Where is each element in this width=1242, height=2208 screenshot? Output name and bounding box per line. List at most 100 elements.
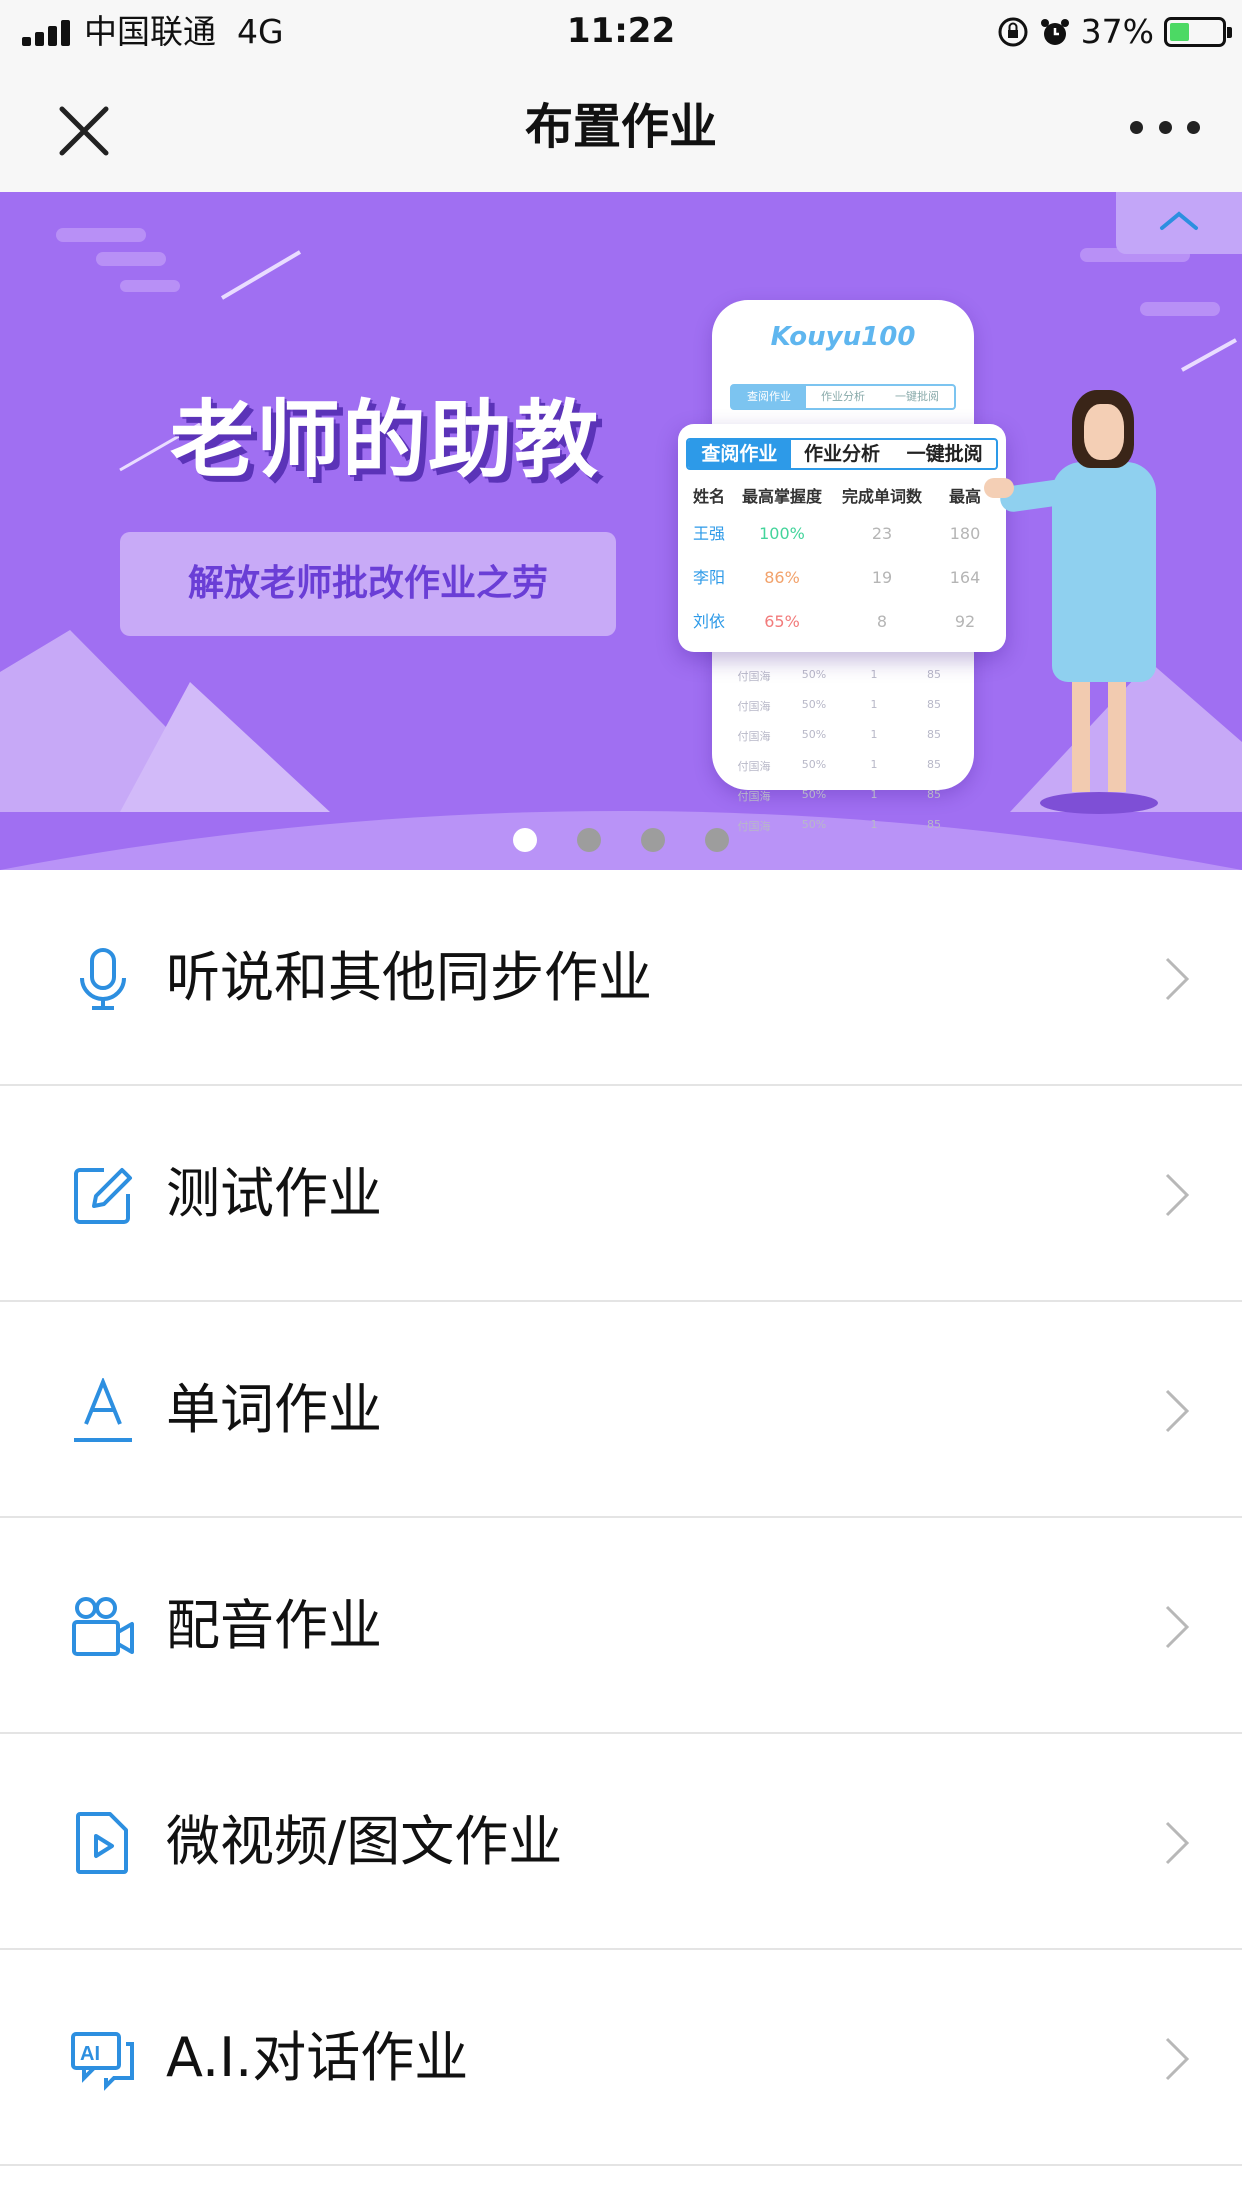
ghost-cell: 85	[927, 788, 941, 801]
page-title: 布置作业	[524, 99, 717, 155]
ghost-cell: 1	[870, 758, 878, 771]
chevron-right-icon	[1165, 1605, 1190, 1649]
ghost-row: 付国海 50% 1 85	[724, 788, 964, 818]
microphone-icon	[80, 948, 126, 1010]
collapse-banner-icon[interactable]	[1116, 192, 1242, 254]
ghost-cell: 1	[870, 788, 878, 801]
card-header-row: 姓名 最高掌握度 完成单词数 最高	[686, 482, 998, 512]
promo-banner[interactable]: 老师的助教 解放老师批改作业之劳 Kouyu100 查阅作业 作业分析 一键批阅…	[0, 192, 1242, 870]
card-row: 李阳 86% 19 164	[686, 556, 998, 600]
ghost-table: 付国海 50% 1 85 付国海 50% 1 85 付国海 50% 1 85 付国海 50% 1 85 付国海 5…	[724, 668, 964, 848]
ghost-cell: 50%	[801, 698, 827, 711]
card-header: 最高掌握度	[741, 487, 822, 506]
ghost-row: 付国海 50% 1 85	[724, 728, 964, 758]
ghost-cell: 付国海	[737, 790, 771, 803]
ghost-cell: 1	[870, 698, 878, 711]
ghost-cell: 50%	[801, 728, 827, 741]
ghost-cell: 85	[927, 698, 941, 711]
letter-a-icon	[74, 1378, 132, 1442]
ghost-cell: 85	[927, 668, 941, 681]
battery-icon	[1164, 17, 1232, 47]
ghost-cell: 付国海	[737, 700, 771, 713]
status-bar: 中国联通 4G 11:22 37%	[0, 0, 1242, 62]
words-count: 19	[871, 568, 893, 587]
card-row: 王强 100% 23 180	[686, 512, 998, 556]
student-name: 刘依	[692, 612, 725, 631]
student-name: 李阳	[692, 568, 725, 587]
menu-label: 微视频/图文作业	[166, 1810, 563, 1873]
mini-tab: 作业分析	[821, 390, 865, 403]
menu-label: A.I.对话作业	[166, 2026, 469, 2089]
homework-card: 查阅作业 作业分析 一键批阅 姓名 最高掌握度 完成单词数 最高 王强 100%…	[678, 424, 1006, 652]
video-camera-icon	[72, 1597, 134, 1656]
card-header: 完成单词数	[841, 487, 922, 506]
battery-percent: 37%	[1080, 12, 1154, 51]
video-file-icon	[76, 1812, 128, 1874]
ghost-cell: 85	[927, 728, 941, 741]
ghost-cell: 1	[870, 728, 878, 741]
ghost-row: 付国海 50% 1 85	[724, 698, 964, 728]
card-header: 姓名	[692, 487, 725, 506]
edit-icon	[74, 1168, 132, 1224]
carousel-dot[interactable]	[577, 828, 601, 852]
chevron-right-icon	[1165, 1389, 1190, 1433]
card-tab: 作业分析	[804, 443, 881, 465]
menu-label: 单词作业	[166, 1378, 382, 1441]
card-tab: 查阅作业	[688, 440, 791, 468]
carousel-dot[interactable]	[705, 828, 729, 852]
chevron-right-icon	[1165, 957, 1190, 1001]
menu-label: 听说和其他同步作业	[166, 946, 652, 1009]
mini-tab: 查阅作业	[732, 386, 806, 408]
ghost-cell: 付国海	[737, 670, 771, 683]
alarm-icon	[1040, 19, 1069, 45]
chevron-right-icon	[1165, 1173, 1190, 1217]
chevron-right-icon	[1165, 2037, 1190, 2081]
chevron-right-icon	[1165, 1821, 1190, 1865]
ghost-row: 付国海 50% 1 85	[724, 668, 964, 698]
ghost-cell: 付国海	[737, 760, 771, 773]
words-count: 8	[876, 612, 888, 631]
card-row: 刘依 65% 8 92	[686, 600, 998, 644]
banner-subtitle: 解放老师批改作业之劳	[120, 532, 616, 636]
carousel-dot[interactable]	[513, 828, 537, 852]
ghost-cell: 50%	[801, 668, 827, 681]
mastery: 65%	[764, 612, 800, 631]
phone-mini-tabs: 查阅作业 作业分析 一键批阅	[730, 384, 956, 410]
ai-chat-icon: AI	[71, 2032, 134, 2091]
mastery: 100%	[759, 524, 805, 543]
menu-item-test[interactable]: 测试作业	[0, 1086, 1242, 1302]
student-name: 王强	[692, 524, 725, 543]
svg-text:AI: AI	[80, 2043, 100, 2065]
homework-type-list: 听说和其他同步作业 测试作业 单词作业 配音作业 微视频/图文作业 AI A.I…	[0, 870, 1242, 2166]
menu-item-ai-dialogue[interactable]: AI A.I.对话作业	[0, 1950, 1242, 2166]
top-score: 92	[954, 612, 976, 631]
more-icon[interactable]	[1130, 110, 1200, 144]
carousel-dots[interactable]	[0, 828, 1242, 852]
ghost-cell: 付国海	[737, 730, 771, 743]
top-score: 180	[949, 524, 981, 543]
card-tab: 一键批阅	[906, 443, 983, 465]
ghost-cell: 1	[870, 668, 878, 681]
banner-headline: 老师的助教	[170, 391, 601, 489]
menu-label: 测试作业	[166, 1162, 382, 1225]
menu-item-microvideo[interactable]: 微视频/图文作业	[0, 1734, 1242, 1950]
words-count: 23	[871, 524, 893, 543]
mastery: 86%	[764, 568, 800, 587]
menu-label: 配音作业	[166, 1594, 382, 1657]
menu-item-words[interactable]: 单词作业	[0, 1302, 1242, 1518]
ghost-cell: 85	[927, 758, 941, 771]
brand-logo: Kouyu100	[770, 322, 916, 352]
rotation-lock-icon	[998, 17, 1028, 47]
ghost-cell: 50%	[801, 788, 827, 801]
battery-fill	[1170, 23, 1189, 41]
carousel-dot[interactable]	[641, 828, 665, 852]
nav-bar: 布置作业	[0, 62, 1242, 192]
status-right: 37%	[997, 12, 1232, 52]
menu-item-dubbing[interactable]: 配音作业	[0, 1518, 1242, 1734]
mini-tab: 一键批阅	[895, 390, 939, 403]
top-score: 164	[949, 568, 981, 587]
card-tabs: 查阅作业 作业分析 一键批阅	[686, 438, 998, 470]
menu-item-listening[interactable]: 听说和其他同步作业	[0, 870, 1242, 1086]
ghost-cell: 50%	[801, 758, 827, 771]
ghost-row: 付国海 50% 1 85	[724, 758, 964, 788]
